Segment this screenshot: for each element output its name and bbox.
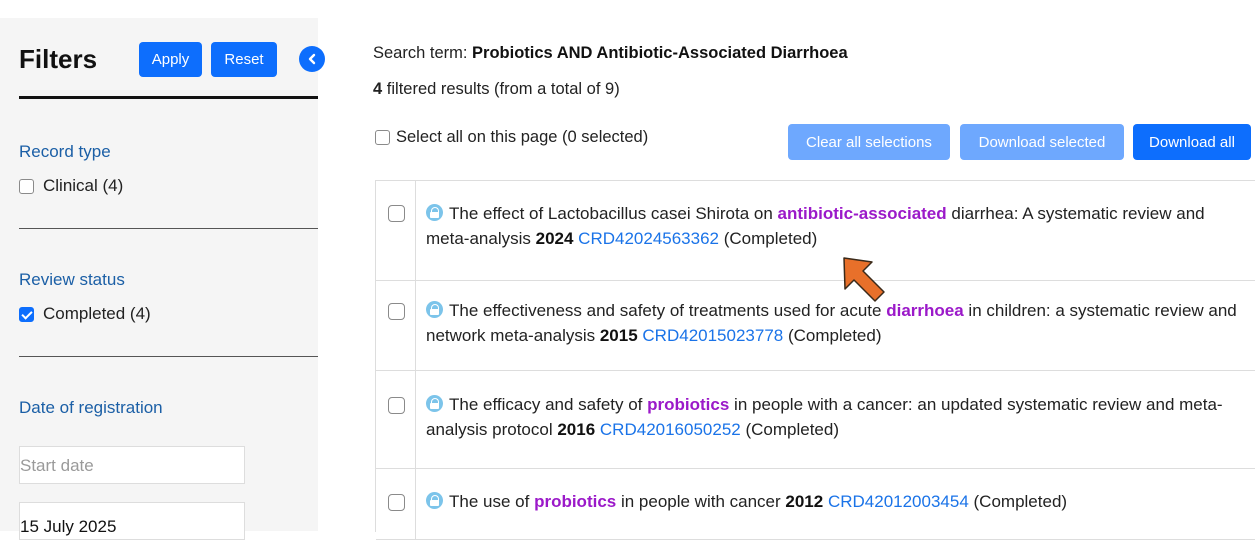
review-status-label: Review status — [19, 270, 125, 289]
result-row: The effectiveness and safety of treatmen… — [376, 281, 1255, 371]
row-checkbox[interactable] — [388, 494, 405, 511]
row-checkbox[interactable] — [388, 205, 405, 222]
clear-all-selections-button[interactable]: Clear all selections — [788, 124, 950, 160]
pointer-arrow-icon — [843, 257, 885, 302]
clinical-label: Clinical (4) — [43, 176, 124, 195]
highlighted-term: antibiotic-associated — [777, 204, 947, 223]
result-title-text: The effect of Lactobacillus casei Shirot… — [449, 204, 778, 223]
search-term-prefix: Search term: — [373, 44, 473, 62]
review-info-icon[interactable] — [426, 301, 443, 318]
result-title-text: (Completed) — [740, 420, 840, 439]
download-selected-button[interactable]: Download selected — [960, 124, 1124, 160]
crd-record-link[interactable]: CRD42015023778 — [642, 326, 783, 345]
filtered-count: 4 — [373, 80, 383, 98]
result-text: The efficacy and safety of probiotics in… — [426, 392, 1252, 442]
filters-title: Filters — [19, 44, 98, 74]
result-title-text: (Completed) — [968, 492, 1068, 511]
result-title-text: (Completed) — [783, 326, 882, 345]
row-checkbox[interactable] — [388, 303, 405, 320]
row-select-cell — [376, 371, 416, 468]
result-year: 2024 — [535, 229, 574, 248]
collapse-sidebar-button[interactable] — [299, 46, 325, 72]
row-checkbox[interactable] — [388, 397, 405, 414]
apply-button[interactable]: Apply — [139, 42, 202, 77]
result-text: The use of probiotics in people with can… — [426, 489, 1252, 514]
review-info-icon[interactable] — [426, 204, 443, 221]
result-year: 2015 — [599, 326, 638, 345]
results-count: 4 filtered results (from a total of 9) — [373, 80, 620, 99]
result-row: The effect of Lactobacillus casei Shirot… — [376, 181, 1255, 281]
highlighted-term: probiotics — [534, 492, 617, 511]
review-info-icon[interactable] — [426, 395, 443, 412]
completed-checkbox[interactable] — [19, 306, 34, 322]
search-term: Search term: Probiotics AND Antibiotic-A… — [373, 44, 848, 63]
results-count-text: filtered results (from a total of 9) — [382, 80, 620, 98]
result-row: The efficacy and safety of probiotics in… — [376, 371, 1255, 469]
filter-completed[interactable]: Completed (4) — [19, 304, 151, 324]
crd-record-link[interactable]: CRD42016050252 — [600, 420, 741, 439]
row-select-cell — [376, 281, 416, 370]
result-title-text: The effectiveness and safety of treatmen… — [449, 301, 887, 320]
select-all-label: Select all on this page (0 selected) — [396, 128, 649, 146]
filter-clinical[interactable]: Clinical (4) — [19, 176, 123, 196]
result-row: The use of probiotics in people with can… — [376, 469, 1255, 540]
record-type-label: Record type — [19, 142, 111, 161]
crd-record-link[interactable]: CRD42012003454 — [828, 492, 969, 511]
row-select-cell — [376, 181, 416, 280]
completed-label: Completed (4) — [43, 304, 151, 323]
result-title-text: (Completed) — [719, 229, 818, 248]
header-divider — [19, 96, 318, 99]
crd-record-link[interactable]: CRD42024563362 — [578, 229, 719, 248]
results-table: The effect of Lactobacillus casei Shirot… — [375, 180, 1255, 540]
result-year: 2016 — [557, 420, 596, 439]
search-term-value: Probiotics AND Antibiotic-Associated Dia… — [472, 44, 848, 62]
row-select-cell — [376, 469, 416, 539]
section-divider — [19, 228, 318, 229]
download-all-button[interactable]: Download all — [1133, 124, 1251, 160]
chevron-left-icon — [308, 53, 316, 65]
select-all-checkbox[interactable] — [375, 130, 390, 145]
select-all-on-page[interactable]: Select all on this page (0 selected) — [375, 128, 648, 147]
reset-button[interactable]: Reset — [211, 42, 277, 77]
result-year: 2012 — [785, 492, 824, 511]
highlighted-term: diarrhoea — [886, 301, 964, 320]
section-divider — [19, 356, 318, 357]
result-text: The effect of Lactobacillus casei Shirot… — [426, 201, 1252, 251]
highlighted-term: probiotics — [647, 395, 730, 414]
result-title-text: The use of — [449, 492, 535, 511]
end-date-input[interactable]: 15 July 2025 — [19, 502, 245, 540]
result-title-text: in people with cancer — [616, 492, 786, 511]
review-info-icon[interactable] — [426, 492, 443, 509]
result-title-text: The efficacy and safety of — [449, 395, 648, 414]
filters-sidebar: Filters Apply Reset Record type Clinical… — [0, 18, 325, 540]
date-of-registration-label: Date of registration — [19, 398, 163, 417]
start-date-input[interactable]: Start date — [19, 446, 245, 484]
clinical-checkbox[interactable] — [19, 178, 34, 194]
